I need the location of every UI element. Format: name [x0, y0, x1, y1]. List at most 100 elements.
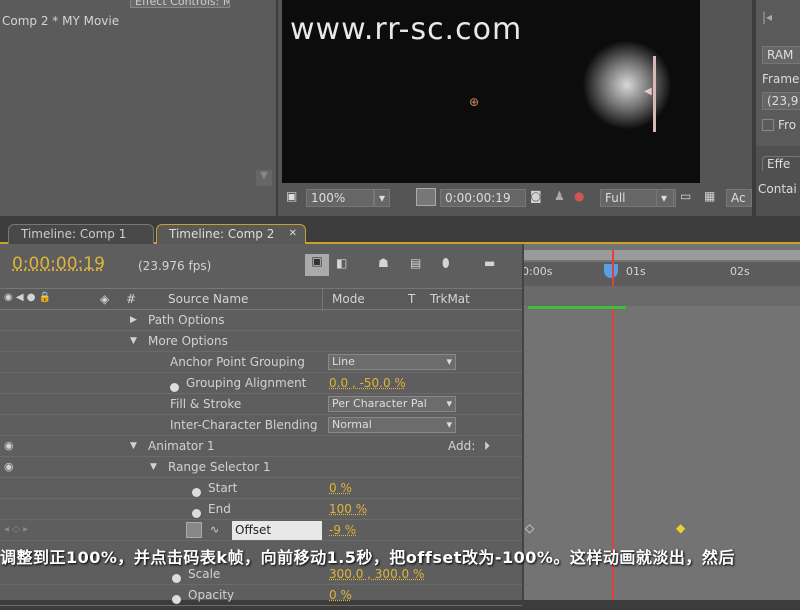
region-of-interest-icon[interactable]	[416, 188, 436, 206]
keyframe-selected-icon[interactable]: ◆	[676, 521, 685, 535]
ruler-label: 02s	[730, 265, 750, 278]
property-name-input[interactable]: Offset	[232, 521, 322, 540]
scroll-down-button[interactable]: ▼	[256, 170, 272, 186]
motion-blur-icon[interactable]: ⬮	[442, 256, 450, 271]
row-path-options[interactable]: ▶ Path Options	[0, 310, 522, 331]
twirl-icon[interactable]: ▶	[130, 310, 137, 330]
row-opacity[interactable]: Opacity 0 %	[0, 585, 522, 606]
tab-timeline-comp-1[interactable]: Timeline: Comp 1	[8, 224, 154, 244]
row-inter-character-blending[interactable]: Inter-Character Blending Normal	[0, 415, 522, 436]
tab-timeline-comp-2[interactable]: Timeline: Comp 2 ✕	[156, 224, 306, 244]
frame-rate-field[interactable]: (23,9	[762, 92, 800, 110]
show-snapshot-icon[interactable]: ♟	[554, 189, 565, 203]
transparency-grid-icon[interactable]: ▦	[704, 189, 715, 203]
graph-icon: ∿	[210, 523, 220, 536]
graph-editor-icon[interactable]: ▬	[484, 256, 495, 270]
from-checkbox[interactable]	[762, 119, 774, 131]
property-value[interactable]: 0.0 , -50.0 %	[329, 373, 406, 393]
prev-frame-icon[interactable]: |◂	[762, 10, 772, 24]
glow-layer	[582, 40, 672, 130]
property-value[interactable]: 0 %	[329, 478, 352, 498]
add-menu-button[interactable]: ⏵	[484, 436, 490, 456]
draft-3d-icon[interactable]: ◧	[336, 256, 347, 270]
property-label: Path Options	[148, 313, 225, 327]
stopwatch-icon[interactable]	[172, 590, 187, 610]
row-range-selector-1[interactable]: ◉ ▼ Range Selector 1	[0, 457, 522, 478]
property-label: Inter-Character Blending	[170, 418, 318, 432]
property-dropdown[interactable]: Line	[328, 354, 456, 370]
property-label: More Options	[148, 334, 228, 348]
eye-icon[interactable]: ◉	[4, 457, 14, 477]
composition-viewer: ◀ ⊕ www.rr-sc.com ▣ 100% ▾ 0:00:00:19 ◙ …	[278, 0, 752, 216]
zoom-select[interactable]: 100%	[306, 189, 374, 207]
row-anchor-point-grouping[interactable]: Anchor Point Grouping Line	[0, 352, 522, 373]
time-navigator[interactable]	[522, 250, 800, 260]
effects-tab[interactable]: Effe	[762, 156, 800, 171]
timecode-display[interactable]: 0:00:00:19	[440, 189, 526, 207]
add-label: Add:	[448, 439, 476, 453]
column-source-name[interactable]: Source Name	[168, 292, 248, 306]
property-value[interactable]: 100 %	[329, 499, 367, 519]
stopwatch-icon[interactable]	[186, 522, 202, 538]
property-label: Start	[208, 481, 238, 495]
twirl-icon[interactable]: ▼	[150, 457, 157, 477]
time-ruler[interactable]: 0:00s 01s 02s	[522, 262, 800, 286]
hide-shy-layers-icon[interactable]: ☗	[378, 256, 389, 270]
row-more-options[interactable]: ▼ More Options	[0, 331, 522, 352]
timeline-tab-bar: Timeline: Comp 1 Timeline: Comp 2 ✕	[0, 222, 800, 244]
comp-mini-flowchart-icon[interactable]: ▣	[305, 254, 329, 276]
work-area-cached	[528, 306, 626, 309]
channels-icon[interactable]: ●	[574, 189, 584, 203]
row-offset[interactable]: ◂ ◇ ▸ ∿ Offset -9 %	[0, 520, 522, 541]
twirl-icon[interactable]: ▼	[130, 436, 137, 456]
tab-label: Timeline: Comp 2	[169, 227, 275, 241]
property-label: Fill & Stroke	[170, 397, 242, 411]
effect-controls-tab[interactable]: Effect Controls: MY Movie	[130, 0, 230, 8]
crosshair-icon: ⊕	[469, 95, 480, 109]
row-start[interactable]: Start 0 %	[0, 478, 522, 499]
current-time[interactable]: 0:00:00:19	[12, 254, 105, 274]
current-time-indicator-handle[interactable]	[604, 264, 618, 278]
fast-preview-icon[interactable]: ▭	[680, 189, 691, 203]
viewer-canvas[interactable]: ◀ ⊕ www.rr-sc.com	[282, 0, 700, 183]
from-label: Fro	[778, 118, 797, 132]
column-mode: Mode	[332, 292, 365, 306]
property-value[interactable]: 0 %	[329, 585, 352, 605]
zoom-dropdown-arrow[interactable]: ▾	[374, 189, 390, 207]
ruler-label: 0:00s	[522, 265, 553, 278]
row-animator-1[interactable]: ◉ ▼ Animator 1 Add: ⏵	[0, 436, 522, 457]
active-camera-select[interactable]: Ac	[726, 189, 752, 207]
preview-panel: |◂ RAM P Frame (23,9 Fro Effe Contai	[756, 0, 800, 216]
label-icon: ◈	[100, 292, 110, 306]
keyframe-navigator[interactable]: ◂ ◇ ▸	[4, 520, 28, 540]
column-header: ◉ ◀ ● 🔒 ◈ # Source Name Mode T TrkMat	[0, 288, 522, 311]
row-end[interactable]: End 100 %	[0, 499, 522, 520]
column-t: T	[408, 292, 416, 306]
ram-preview-button[interactable]: RAM P	[762, 46, 800, 64]
eye-icon[interactable]: ◉	[4, 436, 14, 456]
keyframe-icon[interactable]: ◇	[525, 521, 534, 535]
resolution-dropdown-arrow[interactable]: ▾	[656, 189, 674, 207]
watermark: www.rr-sc.com	[290, 12, 523, 47]
work-area-bar[interactable]	[522, 286, 800, 306]
snapshot-icon[interactable]: ◙	[530, 189, 542, 203]
av-features-icons: ◉ ◀ ● 🔒	[4, 292, 52, 303]
column-trkmat: TrkMat	[430, 292, 470, 306]
property-label: Grouping Alignment	[186, 376, 307, 390]
property-value[interactable]: -9 %	[329, 520, 356, 540]
property-dropdown[interactable]: Per Character Pal	[328, 396, 456, 412]
row-grouping-alignment[interactable]: Grouping Alignment 0.0 , -50.0 %	[0, 373, 522, 394]
display-icon[interactable]: ▣	[286, 189, 297, 203]
layer-path: Comp 2 * MY Movie	[2, 14, 120, 28]
column-number: #	[126, 292, 137, 306]
fps-label: (23.976 fps)	[138, 259, 212, 273]
frame-blending-icon[interactable]: ▤	[410, 256, 421, 270]
row-fill-stroke[interactable]: Fill & Stroke Per Character Pal	[0, 394, 522, 415]
frame-rate-label: Frame	[762, 72, 800, 86]
close-icon[interactable]: ✕	[289, 225, 297, 243]
effect-controls-panel: Effect Controls: MY Movie Comp 2 * MY Mo…	[0, 0, 276, 216]
property-dropdown[interactable]: Normal	[328, 417, 456, 433]
twirl-icon[interactable]: ▼	[130, 331, 137, 351]
property-label: Anchor Point Grouping	[170, 355, 305, 369]
text-cursor-bar	[653, 56, 656, 132]
